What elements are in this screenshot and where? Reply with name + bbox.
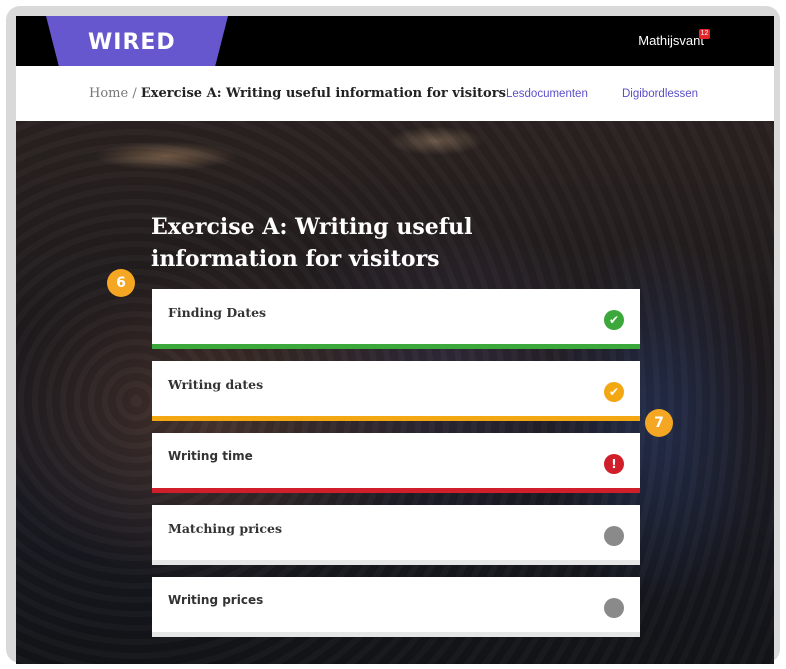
list-item[interactable]: Writing time ! <box>152 433 640 493</box>
status-bar <box>152 488 640 493</box>
breadcrumb-current: Exercise A: Writing useful information f… <box>140 86 506 101</box>
status-bar <box>152 344 640 349</box>
item-label: Finding Dates <box>168 305 267 320</box>
dot-icon <box>604 598 624 618</box>
status-bar <box>152 416 640 421</box>
page-title: Exercise A: Writing useful information f… <box>151 214 473 272</box>
user-name[interactable]: Mathijsvant <box>638 33 704 48</box>
nav-link-digibordlessen[interactable]: Digibordlessen <box>622 88 698 100</box>
list-item[interactable]: Matching prices <box>152 505 640 565</box>
nav-link-lesdocumenten[interactable]: Lesdocumenten <box>506 88 588 100</box>
list-item[interactable]: Finding Dates ✔ <box>152 289 640 349</box>
annotation-marker-6: 6 <box>107 269 135 297</box>
status-bar <box>152 632 640 637</box>
status-bar <box>152 560 640 565</box>
item-label: Writing dates <box>168 377 264 392</box>
breadcrumb-home[interactable]: Home <box>89 86 128 101</box>
list-item[interactable]: Writing prices <box>152 577 640 637</box>
breadcrumb-bar: Home / Exercise A: Writing useful inform… <box>16 66 774 121</box>
breadcrumb: Home / Exercise A: Writing useful inform… <box>89 86 506 101</box>
check-icon: ✔ <box>604 382 624 402</box>
notification-badge[interactable]: 12 <box>699 29 710 39</box>
item-label: Matching prices <box>168 521 283 536</box>
list-item[interactable]: Writing dates ✔ <box>152 361 640 421</box>
app-screen: WIRED Mathijsvant 12 Home / Exercise A: … <box>16 16 774 664</box>
annotation-marker-7: 7 <box>645 409 673 437</box>
top-bar: WIRED Mathijsvant 12 <box>16 16 774 73</box>
item-label: Writing time <box>168 449 253 463</box>
item-label: Writing prices <box>168 593 264 607</box>
check-icon: ✔ <box>604 310 624 330</box>
wired-logo[interactable]: WIRED <box>88 30 176 55</box>
exclamation-icon: ! <box>604 454 624 474</box>
breadcrumb-separator: / <box>132 86 137 101</box>
dot-icon <box>604 526 624 546</box>
exercise-list: Finding Dates ✔ Writing dates ✔ Writing … <box>152 289 640 649</box>
